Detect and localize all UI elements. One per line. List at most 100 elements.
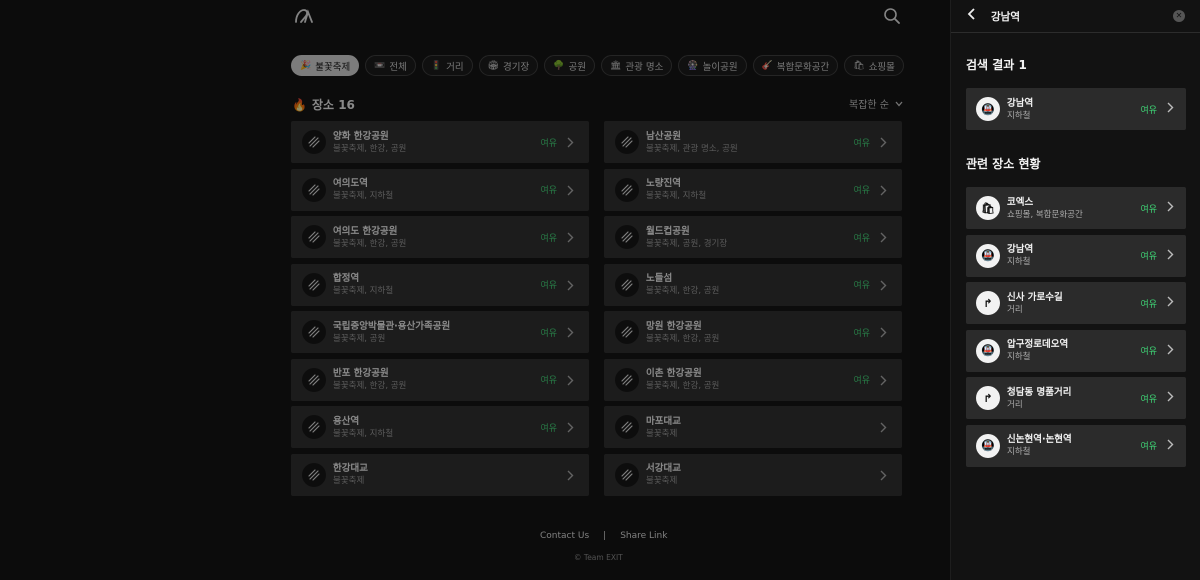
congestion-status: 여유 xyxy=(853,328,870,339)
place-text: 서강대교 불꽃축제 xyxy=(646,462,880,487)
chevron-right-icon xyxy=(1167,249,1174,263)
place-tags: 불꽃축제, 한강, 공원 xyxy=(646,286,720,296)
panel-place-text: 코엑스 쇼핑몰, 복합문화공간 xyxy=(1007,196,1140,221)
place-card[interactable]: 한강대교 불꽃축제 xyxy=(291,453,589,496)
place-tags: 불꽃축제, 공원, 경기장 xyxy=(646,238,728,249)
place-card[interactable]: 합정역 불꽃축제, 지하철 여유 xyxy=(291,263,589,306)
place-card[interactable]: 월드컵공원 불꽃축제, 공원, 경기장 여유 xyxy=(604,216,902,258)
share-link[interactable]: Share Link xyxy=(620,531,667,541)
panel-place-name: 강남역 xyxy=(1007,244,1034,255)
place-text: 용산역 불꽃축제, 지하철 xyxy=(333,415,540,440)
panel-place-card[interactable]: ↱ 청담동 명품거리 거리 여유 xyxy=(966,377,1186,419)
firework-icon xyxy=(302,367,326,392)
sort-dropdown[interactable]: 복잡한 순 xyxy=(849,96,903,111)
chevron-right-icon xyxy=(567,137,575,148)
place-tags: 불꽃축제, 한강, 공원 xyxy=(646,333,720,344)
place-name: 월드컵공원 xyxy=(646,225,690,237)
place-tags: 불꽃축제, 한강, 공원 xyxy=(333,238,407,249)
logo-icon[interactable] xyxy=(293,7,315,25)
chevron-right-icon xyxy=(1167,201,1174,215)
chevron-right-icon xyxy=(567,327,575,338)
panel-place-card[interactable]: 🚇 압구정로데오역 지하철 여유 xyxy=(966,329,1186,372)
panel-place-card[interactable]: 🚇 강남역 지하철 여유 xyxy=(966,88,1186,130)
congestion-status: 여유 xyxy=(540,186,557,196)
filter-chip[interactable]: 📼 전체 xyxy=(365,55,416,76)
back-arrow-icon[interactable] xyxy=(967,8,979,24)
place-name: 남산공원 xyxy=(646,130,681,142)
fire-icon: 🔥 xyxy=(292,97,307,112)
place-card[interactable]: 용산역 불꽃축제, 지하철 여유 xyxy=(291,406,589,448)
chevron-right-icon xyxy=(1167,344,1174,358)
chevron-right-icon xyxy=(880,232,888,243)
place-card[interactable]: 여의도 한강공원 불꽃축제, 한강, 공원 여유 xyxy=(291,216,589,258)
place-tags: 불꽃축제, 한강, 공원 xyxy=(333,381,407,391)
place-text: 양화 한강공원 불꽃축제, 한강, 공원 xyxy=(333,130,540,155)
filter-chip-label: 거리 xyxy=(446,61,464,73)
place-card[interactable]: 양화 한강공원 불꽃축제, 한강, 공원 여유 xyxy=(291,121,589,163)
place-card[interactable]: 남산공원 불꽃축제, 관광 명소, 공원 여유 xyxy=(604,121,902,163)
place-tags: 불꽃축제 xyxy=(646,428,678,439)
street-sign-icon: ↱ xyxy=(976,386,1000,410)
panel-place-name: 청담동 명품거리 xyxy=(1007,386,1072,398)
panel-place-card[interactable]: ↱ 신사 가로수길 거리 여유 xyxy=(966,282,1186,324)
congestion-status: 여유 xyxy=(1140,204,1157,215)
panel-place-text: 신사 가로수길 거리 xyxy=(1007,291,1140,316)
chevron-right-icon xyxy=(880,185,888,195)
filter-chip-label: 불꽃축제 xyxy=(315,61,351,73)
filter-chip[interactable]: 🌳 공원 xyxy=(544,55,595,76)
place-text: 국립중앙박물관·용산가족공원 불꽃축제, 공원 xyxy=(333,320,540,345)
subway-icon: 🚇 xyxy=(976,97,1000,121)
place-card[interactable]: 국립중앙박물관·용산가족공원 불꽃축제, 공원 여유 xyxy=(291,311,589,353)
filter-chip[interactable]: 🎸 복합문화공간 xyxy=(752,55,839,76)
contact-link[interactable]: Contact Us xyxy=(540,531,589,541)
place-card[interactable]: 노들섬 불꽃축제, 한강, 공원 여유 xyxy=(604,263,902,306)
place-card[interactable]: 망원 한강공원 불꽃축제, 한강, 공원 여유 xyxy=(604,311,902,353)
panel-place-name: 신논현역·논현역 xyxy=(1007,434,1072,445)
place-text: 여의도 한강공원 불꽃축제, 한강, 공원 xyxy=(333,225,540,250)
clear-icon[interactable]: ✕ xyxy=(1173,10,1185,22)
place-card[interactable]: 반포 한강공원 불꽃축제, 한강, 공원 여유 xyxy=(291,358,589,401)
filter-chip[interactable]: 🛍 쇼핑몰 xyxy=(844,55,904,76)
place-card[interactable]: 이촌 한강공원 불꽃축제, 한강, 공원 여유 xyxy=(604,358,902,401)
place-card[interactable]: 노량진역 불꽃축제, 지하철 여유 xyxy=(604,168,902,211)
place-tags: 불꽃축제 xyxy=(646,476,678,486)
filter-chip[interactable]: 🎡 놀이공원 xyxy=(678,55,747,76)
filter-chip-label: 복합문화공간 xyxy=(776,61,830,73)
filter-chip[interactable]: 🏛 관광 명소 xyxy=(600,55,673,76)
filter-chip[interactable]: 🚦 거리 xyxy=(421,55,473,76)
panel-place-card[interactable]: 🚇 신논현역·논현역 지하철 여유 xyxy=(966,424,1186,467)
search-input[interactable]: 강남역 xyxy=(991,9,1020,24)
copyright: © Team EXIT xyxy=(574,553,623,562)
place-card[interactable]: 서강대교 불꽃축제 xyxy=(604,453,902,496)
firework-icon xyxy=(615,225,639,249)
filter-chip[interactable]: 🏟 경기장 xyxy=(478,55,539,76)
chevron-right-icon xyxy=(567,375,575,385)
place-tags: 불꽃축제, 지하철 xyxy=(333,286,394,296)
congestion-status: 여유 xyxy=(540,376,557,386)
chevron-down-icon xyxy=(895,101,903,106)
panel-place-card[interactable]: 🚇 강남역 지하철 여유 xyxy=(966,234,1186,277)
panel-place-card[interactable]: 🛍 코엑스 쇼핑몰, 복합문화공간 여유 xyxy=(966,187,1186,229)
main-area: 🎉 불꽃축제 📼 전체 🚦 거리 🏟 경기장 🌳 공원 🏛 관광 명소 🎡 놀이공원 🎸 복합문화공간 🛍 쇼핑몰… xyxy=(0,0,950,580)
place-text: 망원 한강공원 불꽃축제, 한강, 공원 xyxy=(646,320,853,345)
filter-chip-label: 전체 xyxy=(389,61,407,73)
place-card[interactable]: 마포대교 불꽃축제 xyxy=(604,406,902,448)
place-text: 남산공원 불꽃축제, 관광 명소, 공원 xyxy=(646,130,853,155)
filter-chip-icon: 🎉 xyxy=(300,60,312,71)
place-card[interactable]: 여의도역 불꽃축제, 지하철 여유 xyxy=(291,168,589,211)
filter-chip[interactable]: 🎉 불꽃축제 xyxy=(291,55,360,76)
firework-icon xyxy=(615,130,639,154)
chevron-right-icon xyxy=(880,327,888,338)
place-name: 노들섬 xyxy=(646,273,673,284)
firework-icon xyxy=(302,462,326,487)
filter-chip-icon: 🏟 xyxy=(487,60,500,71)
congestion-status: 여유 xyxy=(853,186,870,196)
congestion-status: 여유 xyxy=(1140,347,1157,357)
congestion-status: 여유 xyxy=(540,281,557,291)
congestion-status: 여유 xyxy=(1140,442,1157,452)
panel-place-type: 거리 xyxy=(1007,304,1023,315)
category-filter-bar: 🎉 불꽃축제 📼 전체 🚦 거리 🏟 경기장 🌳 공원 🏛 관광 명소 🎡 놀이공원 🎸 복합문화공간 🛍 쇼핑몰… xyxy=(291,55,905,77)
chevron-right-icon xyxy=(880,137,888,148)
place-text: 노량진역 불꽃축제, 지하철 xyxy=(646,177,853,202)
search-icon[interactable] xyxy=(883,7,901,25)
